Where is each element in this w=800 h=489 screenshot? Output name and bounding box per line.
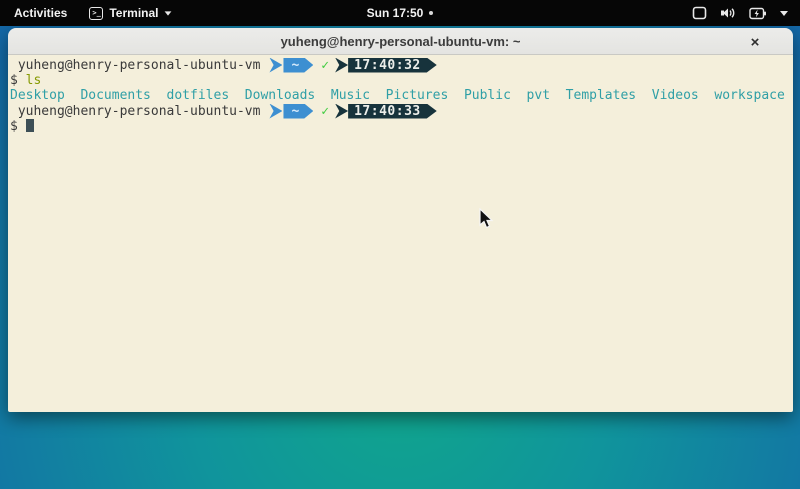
window-titlebar[interactable]: yuheng@henry-personal-ubuntu-vm: ~ × [8,28,793,55]
ls-output: Desktop Documents dotfiles Downloads Music Pi… [10,88,791,103]
window-title: yuheng@henry-personal-ubuntu-vm: ~ [281,34,521,49]
close-icon[interactable]: × [745,32,765,52]
prompt-dollar: $ [10,119,18,134]
directory-item: workspace [714,88,784,103]
prompt-line: yuheng@henry-personal-ubuntu-vm ~ ✓ 17:4… [10,103,791,119]
prompt-user-host: yuheng@henry-personal-ubuntu-vm [10,104,260,119]
prompt-path-segment: ~ [283,104,313,119]
chevron-down-icon [165,11,172,15]
powerline-chevron-icon [335,58,348,73]
battery-charging-icon [749,7,767,20]
input-line: $ [10,119,791,134]
volume-icon [720,6,736,20]
terminal-cursor [26,119,34,132]
app-menu-label: Terminal [109,6,158,20]
prompt-user-host: yuheng@henry-personal-ubuntu-vm [10,58,260,73]
directory-item: dotfiles [167,88,230,103]
prompt-dollar: $ [10,73,18,88]
app-menu[interactable]: >_ Terminal [89,6,172,20]
terminal-app-icon: >_ [89,7,103,20]
typed-command: ls [26,73,42,88]
directory-item: Public [464,88,511,103]
prompt-time-segment: 17:40:32 [348,58,437,73]
powerline-chevron-icon [269,104,282,119]
directory-item: Templates [566,88,636,103]
powerline-chevron-icon [269,58,282,73]
directory-item: Pictures [386,88,449,103]
directory-item: Desktop [10,88,65,103]
check-icon: ✓ [321,58,329,73]
terminal-window: yuheng@henry-personal-ubuntu-vm: ~ × yuh… [8,28,793,412]
clock[interactable]: Sun 17:50 [367,6,424,20]
directory-item: Documents [80,88,150,103]
directory-item: Videos [652,88,699,103]
directory-item: Downloads [245,88,315,103]
prompt-path-segment: ~ [283,58,313,73]
activities-button[interactable]: Activities [10,4,71,22]
directory-item: pvt [527,88,550,103]
prompt-line: yuheng@henry-personal-ubuntu-vm ~ ✓ 17:4… [10,57,791,73]
directory-item: Music [331,88,370,103]
system-menu[interactable] [692,6,800,20]
powerline-chevron-icon [335,104,348,119]
prompt-time-segment: 17:40:33 [348,104,437,119]
mouse-pointer-icon [479,208,495,230]
terminal-screen[interactable]: yuheng@henry-personal-ubuntu-vm ~ ✓ 17:4… [8,55,793,412]
command-line: $ ls [10,73,791,88]
notification-dot-icon [429,11,433,15]
system-chevron-icon [780,11,788,16]
display-icon [692,6,707,20]
top-panel: Activities >_ Terminal Sun 17:50 [0,0,800,26]
check-icon: ✓ [321,104,329,119]
